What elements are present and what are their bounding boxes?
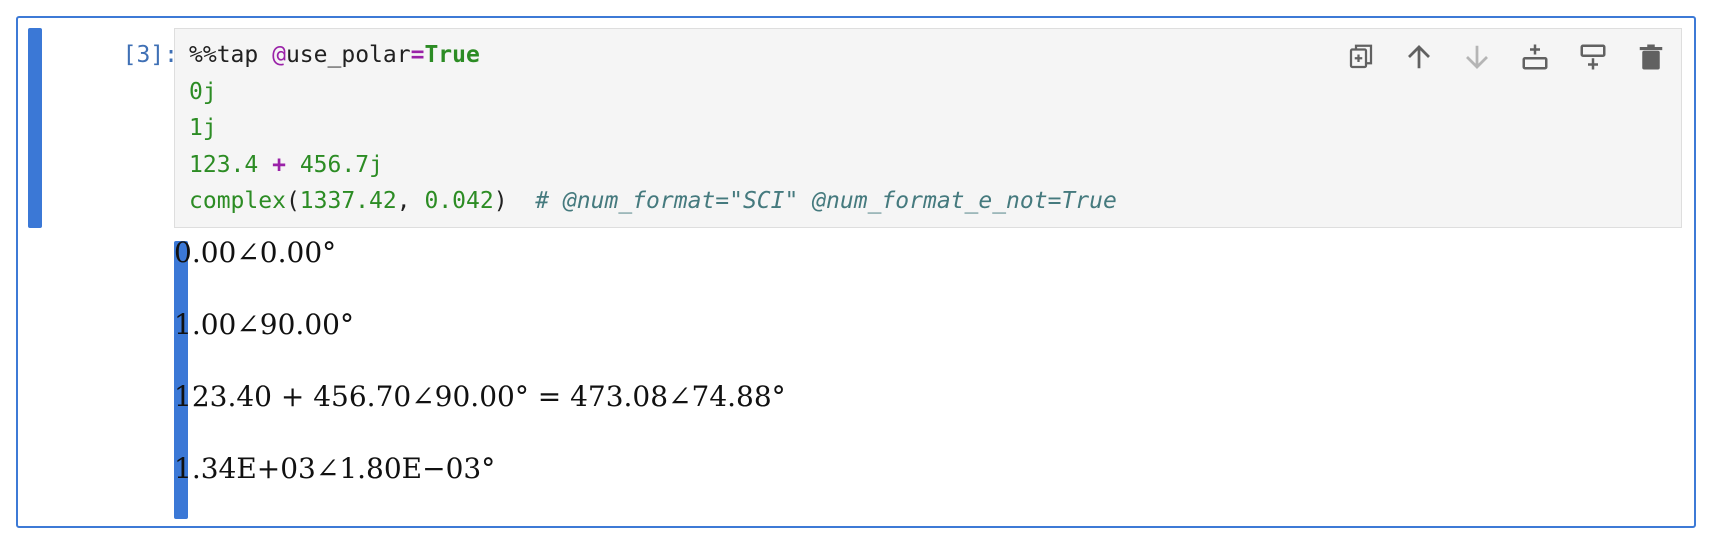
paren-close: ) [493, 188, 508, 214]
execution-count-prompt: [3]: [122, 42, 178, 68]
insert-above-icon [1522, 44, 1548, 70]
code-line-4: 123.4 + 456.7j [189, 152, 383, 178]
number-literal: 1337.42 [299, 188, 397, 214]
comma: , [396, 188, 425, 214]
move-down-button[interactable] [1457, 37, 1497, 77]
insert-below-button[interactable] [1573, 37, 1613, 77]
cell-toolbar [1341, 37, 1671, 77]
decorator-at: @ [272, 42, 286, 68]
equals-op: = [410, 42, 425, 68]
input-collapser[interactable] [28, 28, 42, 228]
code-line-1: %%tap @use_polar=True [189, 42, 480, 68]
duplicate-icon [1349, 44, 1373, 69]
true-keyword: True [424, 42, 480, 68]
code-text[interactable]: %%tap @use_polar=True 0j 1j 123.4 + 456.… [189, 37, 1117, 220]
cell-magic: %%tap [189, 42, 273, 68]
builtin-fn: complex [189, 188, 286, 214]
number-literal: 123.4 [189, 151, 259, 178]
trash-icon [1639, 44, 1663, 70]
code-line-3: 1j [189, 115, 217, 141]
output-line: 123.40 + 456.70∠90.00° = 473.08∠74.88° [174, 380, 786, 413]
code-line-5: complex(1337.42, 0.042) # @num_format="S… [189, 188, 1117, 214]
number-literal: 456.7j [299, 151, 383, 178]
move-up-button[interactable] [1399, 37, 1439, 77]
code-editor[interactable]: %%tap @use_polar=True 0j 1j 123.4 + 456.… [174, 28, 1682, 228]
duplicate-button[interactable] [1341, 37, 1381, 77]
magic-param: use_polar [285, 42, 411, 68]
output-line: 0.00∠0.00° [174, 236, 337, 269]
plus-op: + [272, 151, 286, 178]
notebook-cell[interactable]: [3]: %%tap @use_polar=True 0j 1j 123.4 +… [16, 16, 1696, 528]
delete-button[interactable] [1631, 37, 1671, 77]
code-line-2: 0j [189, 78, 217, 105]
output-line: 1.00∠90.00° [174, 308, 354, 341]
arrow-up-icon [1408, 45, 1430, 69]
paren-open: ( [285, 188, 300, 214]
number-literal: 0.042 [424, 188, 494, 214]
arrow-down-icon [1466, 45, 1488, 69]
insert-above-button[interactable] [1515, 37, 1555, 77]
insert-below-icon [1580, 44, 1606, 70]
output-line: 1.34E+03∠1.80E−03° [174, 452, 496, 485]
code-comment: # @num_format="SCI" @num_format_e_not=Tr… [535, 188, 1117, 214]
